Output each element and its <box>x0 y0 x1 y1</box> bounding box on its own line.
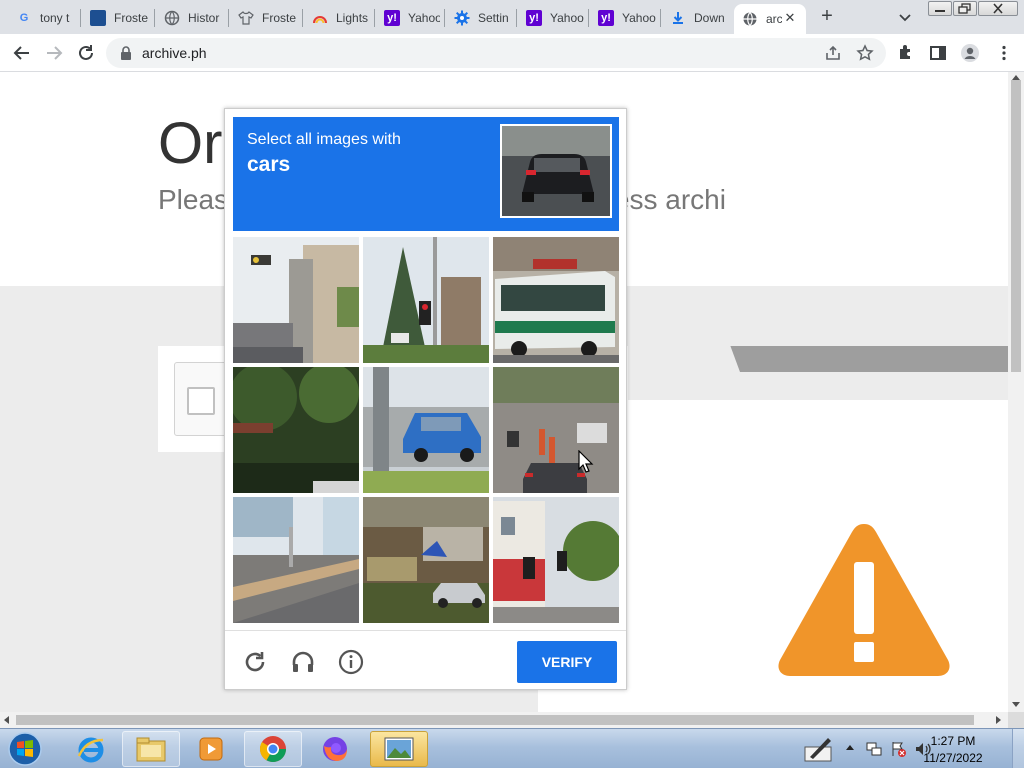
tab-lights[interactable]: Lights <box>304 4 374 32</box>
horizontal-scroll-thumb[interactable] <box>16 715 974 725</box>
back-icon[interactable] <box>12 43 32 63</box>
page-heading: Or <box>158 111 223 176</box>
pen-tablet-icon[interactable] <box>802 735 836 763</box>
tab-separator <box>516 9 517 27</box>
lock-icon[interactable] <box>120 46 132 60</box>
reload-icon[interactable] <box>76 43 96 63</box>
tab-settings[interactable]: Settin <box>446 4 516 32</box>
reload-challenge-icon[interactable] <box>242 649 268 675</box>
share-icon[interactable] <box>824 44 842 62</box>
image-tile[interactable] <box>233 497 359 623</box>
tab-separator <box>444 9 445 27</box>
sample-image <box>500 124 612 218</box>
verify-button[interactable]: VERIFY <box>517 641 617 683</box>
image-grid <box>233 237 619 623</box>
browser-toolbar: archive.ph <box>0 34 1024 72</box>
tab-separator <box>302 9 303 27</box>
chevron-down-icon[interactable] <box>896 8 914 26</box>
action-center-flag-icon[interactable] <box>890 741 906 757</box>
image-tile[interactable] <box>493 497 619 623</box>
close-tab-icon[interactable]: ✕ <box>782 10 798 26</box>
new-tab-button[interactable]: + <box>816 6 838 28</box>
tab-archive-active[interactable]: arc ✕ <box>734 4 806 34</box>
profile-avatar-icon[interactable] <box>960 43 980 63</box>
system-tray <box>800 729 1024 768</box>
scroll-down-arrow-icon[interactable] <box>1012 702 1020 707</box>
side-panel-icon[interactable] <box>928 43 948 63</box>
image-tile[interactable] <box>363 367 489 493</box>
address-bar[interactable]: archive.ph <box>106 38 886 68</box>
mouse-cursor-icon <box>578 449 594 474</box>
yahoo-icon: y! <box>598 10 614 26</box>
chrome-icon[interactable] <box>244 731 302 767</box>
tab-strip: G tony t Froste Histor Froste Lights y! … <box>0 0 1024 34</box>
download-icon <box>670 10 686 26</box>
windows-taskbar: 1:27 PM 11/27/2022 <box>0 728 1024 768</box>
yahoo-icon: y! <box>384 10 400 26</box>
restore-button[interactable] <box>953 1 977 16</box>
challenge-footer: VERIFY <box>225 630 626 690</box>
image-tile[interactable] <box>363 237 489 363</box>
warning-triangle-icon <box>774 520 954 680</box>
tab-separator <box>154 9 155 27</box>
tab-separator <box>80 9 81 27</box>
vertical-scrollbar[interactable] <box>1008 72 1024 712</box>
image-tile[interactable] <box>233 237 359 363</box>
internet-explorer-icon[interactable] <box>62 731 120 767</box>
extensions-puzzle-icon[interactable] <box>896 43 916 63</box>
image-tile[interactable] <box>233 367 359 493</box>
google-icon: G <box>19 12 29 24</box>
globe-icon <box>164 10 180 26</box>
tab-yahoo-3[interactable]: y! Yahoo <box>590 4 660 32</box>
tab-froste-1[interactable]: Froste <box>82 4 154 32</box>
tab-separator <box>228 9 229 27</box>
tab-downloads[interactable]: Down <box>662 4 732 32</box>
file-explorer-icon[interactable] <box>122 731 180 767</box>
scroll-right-arrow-icon[interactable] <box>996 716 1001 724</box>
forward-icon[interactable] <box>44 43 64 63</box>
tab-yahoo-1[interactable]: y! Yahoo <box>376 4 444 32</box>
challenge-header: Select all images with cars <box>233 117 619 231</box>
recaptcha-challenge: Select all images with cars VERIFY <box>224 108 627 690</box>
clock-time[interactable]: 1:27 PM <box>918 734 988 748</box>
close-window-button[interactable] <box>978 1 1018 16</box>
horizontal-scrollbar[interactable] <box>0 712 1008 728</box>
globe-icon <box>742 11 758 27</box>
image-tile[interactable] <box>493 237 619 363</box>
challenge-target: cars <box>247 153 291 176</box>
shirt-icon <box>238 10 254 26</box>
tab-separator <box>660 9 661 27</box>
start-button[interactable] <box>4 730 46 768</box>
tab-google[interactable]: G tony t <box>8 4 76 32</box>
bookmark-star-icon[interactable] <box>856 44 874 62</box>
firefox-icon[interactable] <box>306 731 364 767</box>
url-text[interactable]: archive.ph <box>142 45 207 61</box>
recaptcha-checkbox[interactable] <box>187 387 215 415</box>
image-tile[interactable] <box>493 367 619 493</box>
audio-challenge-headphones-icon[interactable] <box>290 649 316 675</box>
tab-yahoo-2[interactable]: y! Yahoo <box>518 4 588 32</box>
tab-separator <box>374 9 375 27</box>
image-tile[interactable] <box>363 497 489 623</box>
tab-history[interactable]: Histor <box>156 4 228 32</box>
network-icon[interactable] <box>866 741 882 757</box>
book-icon <box>90 10 106 26</box>
minimize-button[interactable] <box>928 1 952 16</box>
gear-icon <box>454 10 470 26</box>
kebab-menu-icon[interactable] <box>994 43 1014 63</box>
scroll-left-arrow-icon[interactable] <box>4 716 9 724</box>
show-hidden-icons-arrow-icon[interactable] <box>846 745 854 750</box>
rainbow-icon <box>312 10 328 26</box>
photo-viewer-icon[interactable] <box>370 731 428 767</box>
scrollbar-corner <box>1008 712 1024 728</box>
show-desktop-button[interactable] <box>1012 729 1024 768</box>
media-player-icon[interactable] <box>182 731 240 767</box>
info-icon[interactable] <box>338 649 364 675</box>
vertical-scroll-thumb[interactable] <box>1011 80 1021 372</box>
clock-date[interactable]: 11/27/2022 <box>918 751 988 765</box>
challenge-instruction: Select all images with <box>247 131 401 148</box>
tab-froste-2[interactable]: Froste <box>230 4 302 32</box>
yahoo-icon: y! <box>526 10 542 26</box>
tab-separator <box>588 9 589 27</box>
